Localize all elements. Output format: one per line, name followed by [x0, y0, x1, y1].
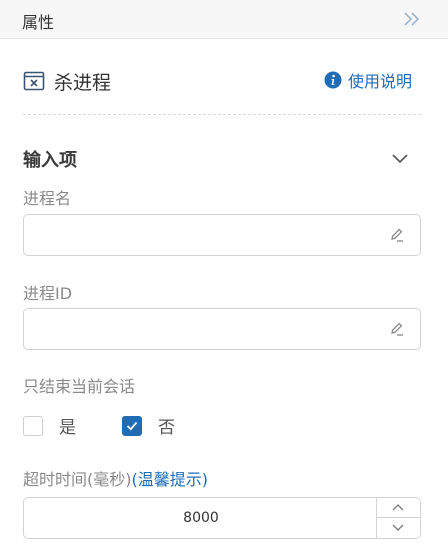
help-label: 使用说明 [348, 72, 413, 91]
tips-link[interactable]: (温馨提示) [132, 470, 209, 489]
timeout-stepper[interactable]: 8000 [23, 497, 421, 539]
process-id-label: 进程ID [23, 284, 73, 303]
timeout-label: 超时时间(毫秒) [23, 470, 132, 489]
decrement-button[interactable] [377, 518, 420, 538]
help-link[interactable]: 使用说明 [324, 68, 412, 92]
checkmark-icon [126, 421, 138, 431]
double-chevron-right-icon[interactable] [401, 9, 423, 29]
divider [23, 114, 421, 115]
info-icon [324, 71, 342, 89]
window-close-icon [23, 70, 45, 92]
panel-title: 属性 [22, 13, 55, 32]
section-title-inputs: 输入项 [23, 150, 77, 171]
chevron-up-icon [392, 504, 404, 511]
panel-header: 属性 [0, 0, 448, 39]
edit-icon[interactable] [388, 226, 406, 244]
action-name: 杀进程 [54, 72, 112, 94]
stepper-buttons [376, 498, 420, 538]
increment-button[interactable] [377, 498, 420, 518]
option-yes[interactable]: 是 [23, 413, 76, 438]
chevron-down-icon [392, 524, 404, 531]
process-name-label: 进程名 [23, 189, 72, 208]
no-checkbox[interactable] [122, 415, 142, 436]
edit-icon[interactable] [388, 320, 406, 338]
process-name-input[interactable] [34, 223, 378, 249]
yes-checkbox[interactable] [23, 415, 43, 436]
chevron-down-icon[interactable] [389, 148, 411, 168]
action-header: 杀进程 使用说明 [0, 62, 448, 98]
option-no-label: 否 [158, 418, 175, 438]
timeout-label-row: 超时时间(毫秒)(温馨提示) [23, 466, 208, 490]
option-no[interactable]: 否 [122, 413, 175, 438]
process-id-field [23, 308, 421, 350]
timeout-value[interactable]: 8000 [24, 498, 378, 538]
process-name-field [23, 214, 421, 256]
current-session-label: 只结束当前会话 [23, 377, 136, 396]
process-id-input[interactable] [34, 317, 378, 343]
option-yes-label: 是 [59, 418, 76, 438]
